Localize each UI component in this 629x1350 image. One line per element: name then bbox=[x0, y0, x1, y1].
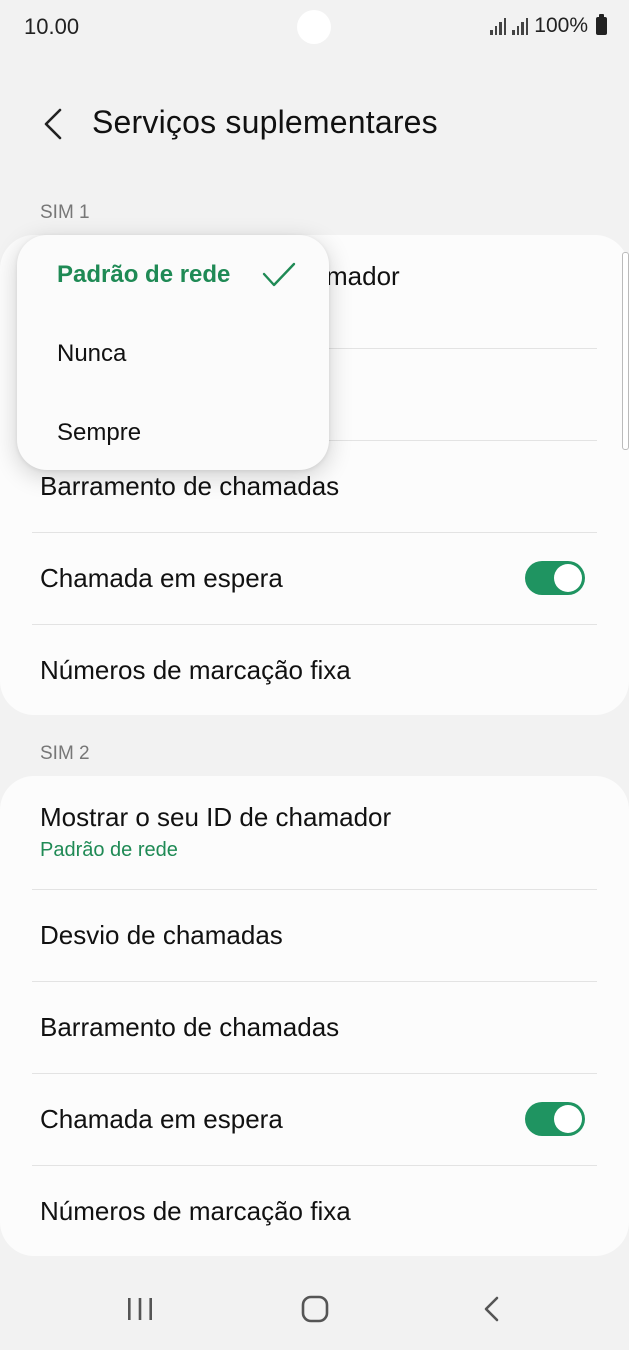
recent-apps-icon bbox=[128, 1298, 152, 1320]
row-title: Mostrar o seu ID de chamador bbox=[40, 802, 392, 832]
signal-icon bbox=[490, 17, 507, 35]
sim1-label: SIM 1 bbox=[40, 202, 90, 223]
divider bbox=[32, 532, 597, 533]
back-icon bbox=[484, 1296, 499, 1322]
option-network-default[interactable]: Padrão de rede bbox=[57, 245, 299, 305]
sim1-call-waiting-row[interactable]: Chamada em espera bbox=[40, 563, 597, 594]
option-label: Padrão de rede bbox=[57, 261, 231, 288]
battery-icon bbox=[596, 14, 607, 35]
row-title: Números de marcação fixa bbox=[40, 1196, 351, 1226]
status-icons: 100% bbox=[490, 14, 607, 38]
sim1-fixed-dialing-row[interactable]: Números de marcação fixa bbox=[40, 655, 597, 686]
status-bar: 10.00 100% bbox=[0, 0, 629, 56]
divider bbox=[32, 889, 597, 890]
row-title: Chamada em espera bbox=[40, 1104, 283, 1134]
check-icon bbox=[262, 262, 296, 287]
signal-icon bbox=[512, 17, 529, 35]
scrollbar-thumb[interactable] bbox=[622, 252, 629, 450]
sim2-call-waiting-row[interactable]: Chamada em espera bbox=[40, 1104, 597, 1135]
chevron-left-icon bbox=[44, 108, 62, 140]
toggle-knob bbox=[554, 1105, 582, 1133]
sim2-card: Mostrar o seu ID de chamador Padrão de r… bbox=[0, 776, 629, 1256]
sim2-call-barring-row[interactable]: Barramento de chamadas bbox=[40, 1012, 597, 1043]
sim2-caller-id-row[interactable]: Mostrar o seu ID de chamador Padrão de r… bbox=[40, 802, 597, 862]
camera-cutout bbox=[297, 10, 331, 44]
app-header: Serviços suplementares bbox=[0, 90, 629, 160]
divider bbox=[32, 624, 597, 625]
row-title: Chamada em espera bbox=[40, 563, 283, 593]
divider bbox=[32, 1073, 597, 1074]
nav-back-button[interactable] bbox=[470, 1290, 514, 1330]
sim2-fixed-dialing-row[interactable]: Números de marcação fixa bbox=[40, 1196, 597, 1227]
toggle-knob bbox=[554, 564, 582, 592]
back-button[interactable] bbox=[36, 104, 76, 144]
row-title: Barramento de chamadas bbox=[40, 471, 340, 501]
sim1-call-barring-row[interactable]: Barramento de chamadas bbox=[40, 471, 597, 502]
battery-percent: 100% bbox=[534, 14, 588, 37]
divider bbox=[32, 1165, 597, 1166]
status-time: 10.00 bbox=[24, 14, 80, 39]
caller-id-options-menu: Padrão de rede Nunca Sempre bbox=[17, 235, 329, 470]
row-title: Números de marcação fixa bbox=[40, 655, 351, 685]
sim2-call-waiting-toggle[interactable] bbox=[525, 1102, 585, 1136]
home-button[interactable] bbox=[293, 1290, 337, 1330]
sim1-call-waiting-toggle[interactable] bbox=[525, 561, 585, 595]
navigation-bar bbox=[0, 1270, 629, 1350]
divider bbox=[32, 981, 597, 982]
row-subtitle: Padrão de rede bbox=[40, 839, 178, 861]
sim2-call-forwarding-row[interactable]: Desvio de chamadas bbox=[40, 920, 597, 951]
option-label: Sempre bbox=[57, 419, 142, 446]
row-title: Desvio de chamadas bbox=[40, 920, 283, 950]
option-never[interactable]: Nunca bbox=[57, 324, 299, 384]
row-title: Barramento de chamadas bbox=[40, 1012, 340, 1042]
home-icon bbox=[301, 1295, 329, 1323]
page-title: Serviços suplementares bbox=[92, 104, 438, 140]
option-always[interactable]: Sempre bbox=[57, 403, 299, 463]
option-label: Nunca bbox=[57, 340, 127, 367]
recent-apps-button[interactable] bbox=[118, 1290, 162, 1330]
sim2-label: SIM 2 bbox=[40, 743, 90, 764]
